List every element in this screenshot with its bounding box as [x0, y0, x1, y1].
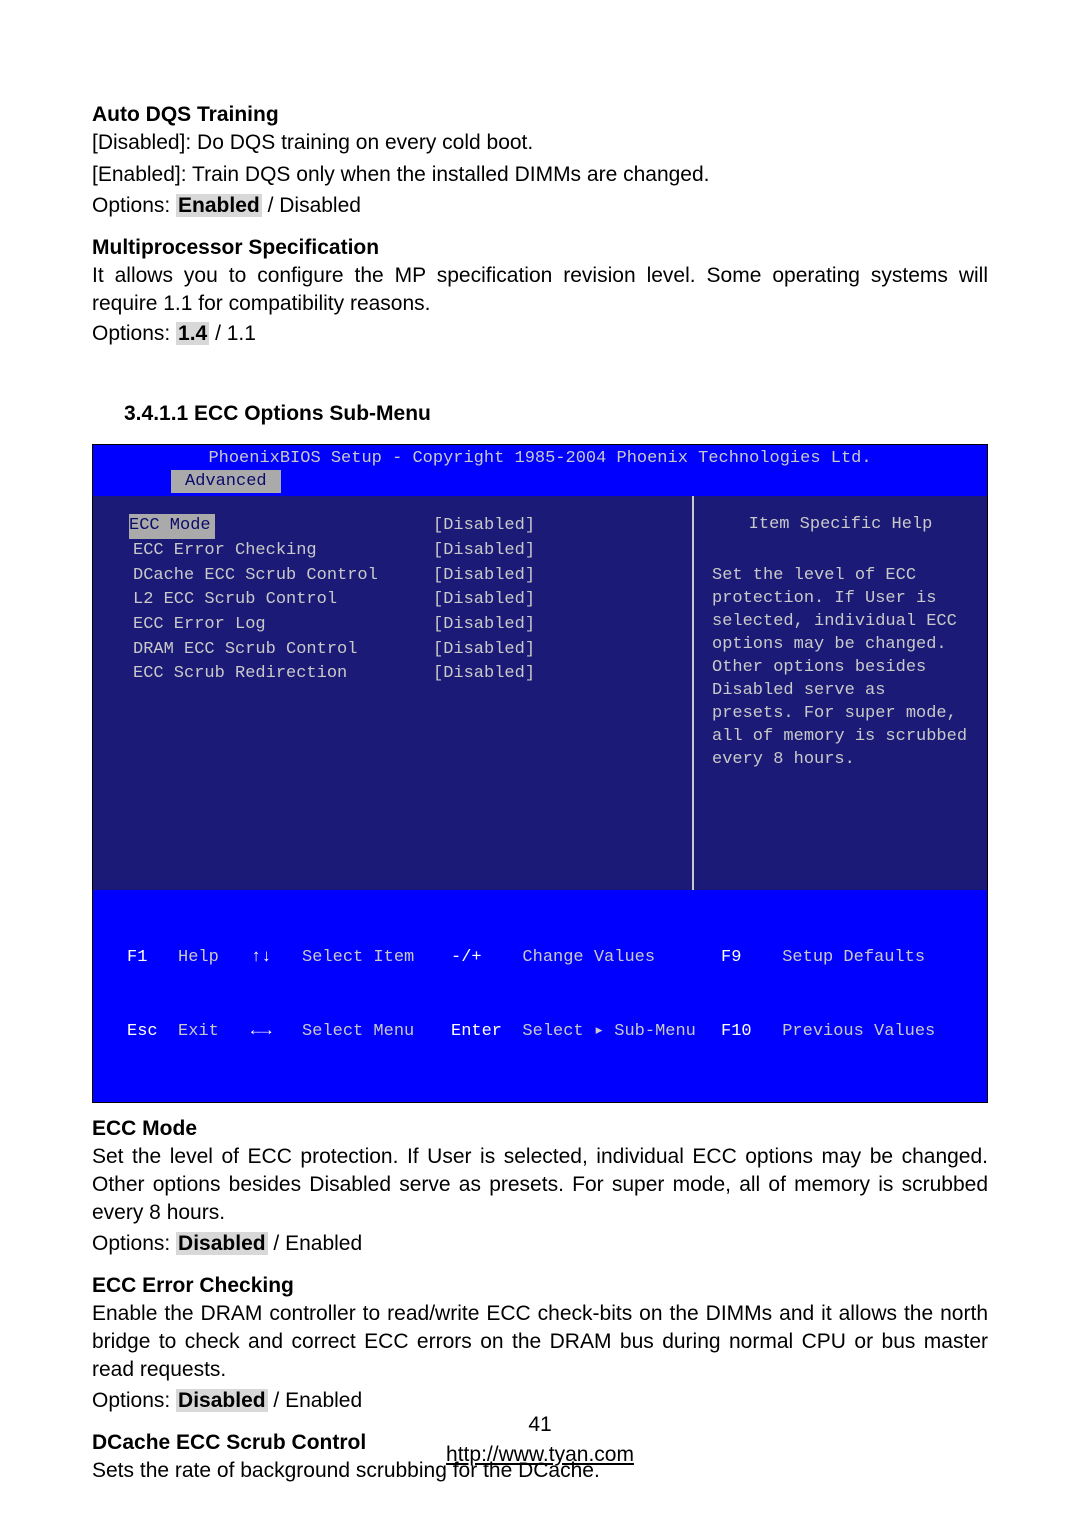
options-default: Disabled: [176, 1232, 268, 1255]
key-enter: Enter: [451, 1022, 502, 1041]
mp-spec-options: Options: 1.4 / 1.1: [92, 322, 988, 346]
bios-value[interactable]: [Disabled]: [433, 638, 593, 663]
bios-item[interactable]: DRAM ECC Scrub Control: [133, 638, 433, 663]
key-plusminus: -/+: [451, 948, 482, 967]
heading-ecc-mode: ECC Mode: [92, 1117, 988, 1141]
bios-help-title: Item Specific Help: [712, 514, 969, 537]
options-rest: / Enabled: [268, 1389, 363, 1412]
bios-help-body: Set the level of ECC protection. If User…: [712, 565, 969, 771]
heading-ecc-error-checking: ECC Error Checking: [92, 1274, 988, 1298]
ecc-mode-options: Options: Disabled / Enabled: [92, 1232, 988, 1256]
options-prefix: Options:: [92, 1389, 176, 1412]
heading-ecc-submenu: 3.4.1.1 ECC Options Sub-Menu: [124, 402, 988, 426]
bios-help-pane: Item Specific Help Set the level of ECC …: [692, 496, 987, 890]
page-footer: 41 http://www.tyan.com: [0, 1410, 1080, 1469]
bios-value[interactable]: [Disabled]: [433, 564, 593, 589]
key-leftright: ←→: [251, 1022, 271, 1041]
label-select-item: Select Item: [302, 948, 414, 967]
options-rest: / 1.1: [209, 322, 256, 345]
options-default: Enabled: [176, 194, 262, 217]
ecc-error-checking-options: Options: Disabled / Enabled: [92, 1389, 988, 1413]
bios-item[interactable]: L2 ECC Scrub Control: [133, 588, 433, 613]
key-f10: F10: [721, 1022, 752, 1041]
auto-dqs-options: Options: Enabled / Disabled: [92, 194, 988, 218]
bios-item[interactable]: ECC Error Log: [133, 613, 433, 638]
ecc-error-checking-body: Enable the DRAM controller to read/write…: [92, 1300, 988, 1385]
mp-spec-body: It allows you to configure the MP specif…: [92, 262, 988, 319]
heading-mp-spec: Multiprocessor Specification: [92, 236, 988, 260]
label-setup-defaults: Setup Defaults: [782, 948, 925, 967]
options-prefix: Options:: [92, 194, 176, 217]
options-rest: / Disabled: [262, 194, 361, 217]
options-default: 1.4: [176, 322, 209, 345]
bios-item-values: [Disabled] [Disabled] [Disabled] [Disabl…: [433, 514, 593, 890]
options-prefix: Options:: [92, 1232, 176, 1255]
bios-item[interactable]: DCache ECC Scrub Control: [133, 564, 433, 589]
bios-value[interactable]: [Disabled]: [433, 613, 593, 638]
bios-value[interactable]: [Disabled]: [433, 514, 593, 539]
ecc-mode-body: Set the level of ECC protection. If User…: [92, 1143, 988, 1228]
options-prefix: Options:: [92, 322, 176, 345]
label-exit: Exit: [178, 1022, 219, 1041]
heading-auto-dqs: Auto DQS Training: [92, 103, 988, 127]
key-f1: F1: [127, 948, 147, 967]
options-default: Disabled: [176, 1389, 268, 1412]
key-f9: F9: [721, 948, 741, 967]
bios-footer: F1 Help Esc Exit ↑↓ Select Item ←→ Selec…: [93, 890, 987, 1101]
label-sub-menu: Select ▸ Sub-Menu: [522, 1022, 695, 1041]
auto-dqs-line2: [Enabled]: Train DQS only when the insta…: [92, 161, 988, 189]
bios-item[interactable]: ECC Scrub Redirection: [133, 662, 433, 687]
bios-item-selected[interactable]: ECC Mode: [129, 514, 215, 539]
options-rest: / Enabled: [268, 1232, 363, 1255]
bios-value[interactable]: [Disabled]: [433, 588, 593, 613]
label-select-menu: Select Menu: [302, 1022, 414, 1041]
bios-item[interactable]: ECC Error Checking: [133, 539, 433, 564]
footer-link[interactable]: http://www.tyan.com: [446, 1443, 634, 1466]
bios-value[interactable]: [Disabled]: [433, 662, 593, 687]
label-previous-values: Previous Values: [782, 1022, 935, 1041]
label-help: Help: [178, 948, 219, 967]
bios-value[interactable]: [Disabled]: [433, 539, 593, 564]
key-esc: Esc: [127, 1022, 158, 1041]
bios-body: ECC Mode ECC Error Checking DCache ECC S…: [93, 496, 987, 890]
bios-item-labels: ECC Mode ECC Error Checking DCache ECC S…: [133, 514, 433, 890]
auto-dqs-line1: [Disabled]: Do DQS training on every col…: [92, 129, 988, 157]
label-change-values: Change Values: [522, 948, 655, 967]
page-number: 41: [0, 1410, 1080, 1439]
bios-tab-advanced[interactable]: Advanced: [171, 470, 281, 493]
bios-screenshot: PhoenixBIOS Setup - Copyright 1985-2004 …: [92, 444, 988, 1102]
bios-title-bar: PhoenixBIOS Setup - Copyright 1985-2004 …: [93, 445, 987, 470]
bios-left-pane: ECC Mode ECC Error Checking DCache ECC S…: [93, 496, 692, 890]
key-updown: ↑↓: [251, 948, 271, 967]
bios-tab-row: Advanced: [93, 470, 987, 496]
